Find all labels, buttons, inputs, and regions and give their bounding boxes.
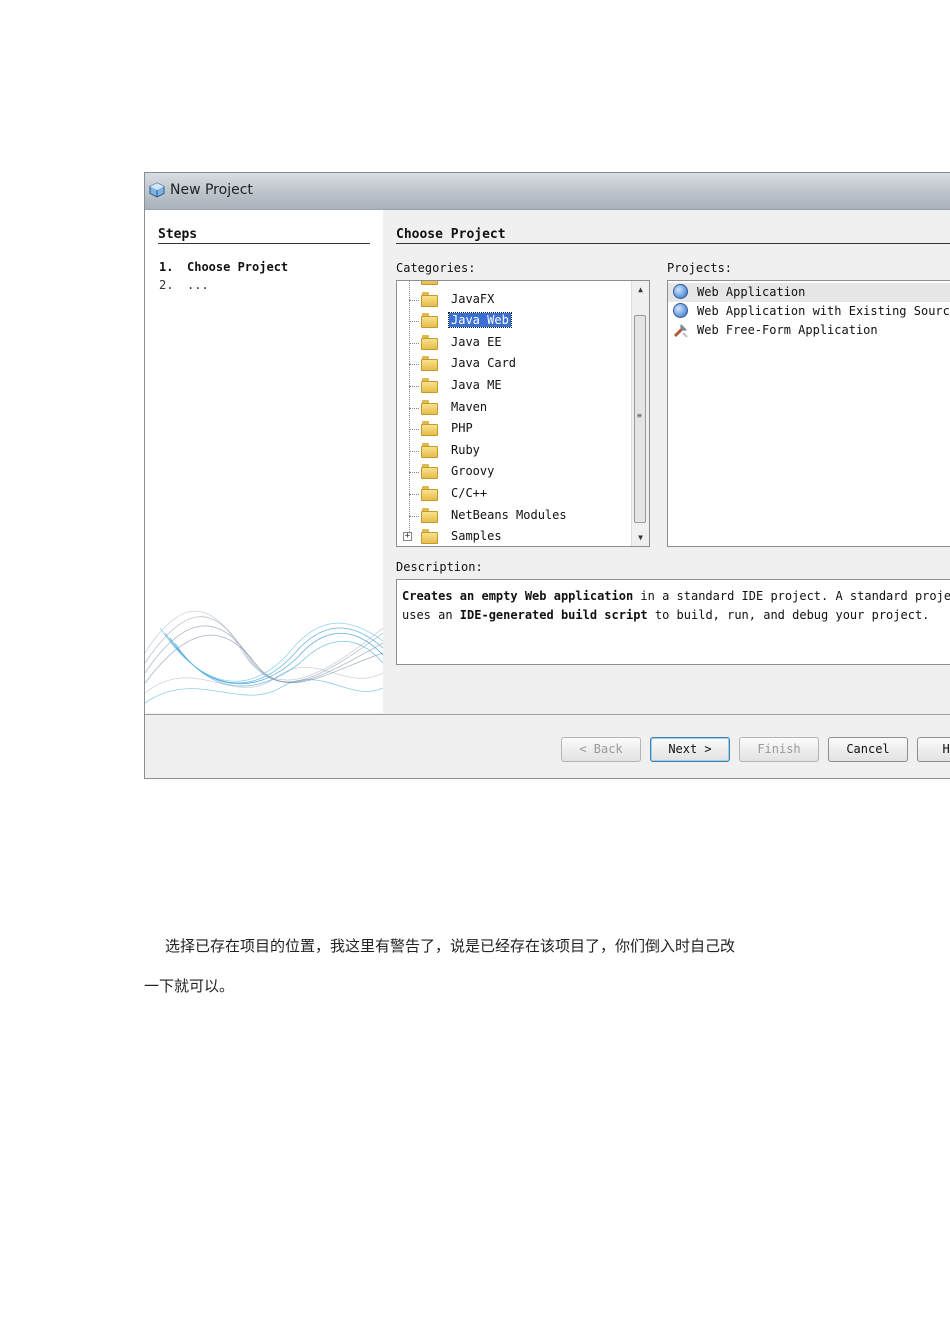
category-item[interactable]: Java EE [397,333,631,354]
step-number: 2. [159,278,174,292]
expand-plus-icon[interactable]: + [403,532,412,542]
category-label: Java [449,281,482,284]
tree-connector [409,407,419,409]
tree-connector [409,386,419,387]
folder-icon [421,334,438,350]
category-label: NetBeans Modules [451,507,567,522]
category-item[interactable]: Maven [397,398,631,419]
project-item[interactable]: Web Application with Existing Sources [668,302,950,321]
description-part: to build, run, and debug your project. [647,607,930,622]
steps-heading: Steps [158,227,370,244]
new-project-dialog: New Project Steps 1. Choose Project 2.... [144,172,950,779]
category-label: Java EE [451,334,502,349]
folder-icon [421,281,438,285]
category-item[interactable]: PHP [397,419,631,440]
folder-icon [421,313,438,329]
categories-label: Categories: [396,261,476,275]
category-label: Ruby [451,442,480,457]
cancel-button[interactable]: Cancel [828,737,908,762]
tree-connector [409,494,419,495]
folder-icon [421,486,438,501]
netbeans-cube-icon [149,182,165,198]
tree-connector [409,342,419,344]
tree-connector [409,450,419,452]
folder-icon [421,378,438,393]
scroll-down-arrow-icon[interactable]: ▼ [632,529,649,546]
description-text: Creates an empty Web application in a st… [396,579,950,665]
globe-icon [673,284,688,299]
project-item[interactable]: Web Free-Form Application [668,321,950,340]
globe-icon [673,303,688,318]
step-label: Choose Project [187,260,289,274]
category-label: C/C++ [451,486,488,500]
categories-tree[interactable]: Java JavaFX Java Web Java EE Java Card Java M… [396,280,650,547]
category-item[interactable]: JavaFX [397,290,631,311]
project-label: Web Application [697,285,806,299]
tree-connector [409,299,419,301]
category-label: Groovy [451,464,495,479]
description-part: Creates an empty Web application [402,589,634,603]
tree-connector [409,515,419,517]
step-1: 1. Choose Project [159,260,288,274]
caption-line-2: 一下就可以。 [144,977,235,995]
category-item[interactable]: + Samples [397,527,631,546]
scroll-up-arrow-icon[interactable]: ▲ [632,281,649,298]
category-label: Maven [451,399,488,414]
back-button[interactable]: < Back [561,737,641,762]
category-item[interactable]: Groovy [397,462,631,483]
project-label: Web Free-Form Application [697,323,878,337]
category-label: Java Card [451,356,517,371]
description-label: Description: [396,560,483,574]
folder-icon [421,464,438,480]
folder-icon [421,399,438,415]
caption-line-1: 选择已存在项目的位置，我这里有警告了，说是已经存在该项目了，你们倒入时自己改 [165,937,736,955]
category-item[interactable]: Java Web [397,311,631,332]
folder-icon [421,356,438,372]
steps-panel: Steps 1. Choose Project 2.... [145,210,383,713]
scroll-thumb[interactable]: ≡ [634,315,646,523]
tree-connector [409,321,419,323]
tree-connector [409,364,419,366]
folder-icon [421,529,438,545]
categories-scrollbar[interactable]: ▲ ≡ ▼ [631,281,649,546]
category-label: PHP [451,421,473,436]
folder-icon [421,291,438,307]
step-label: ... [187,278,209,292]
next-button[interactable]: Next > [650,737,730,762]
tree-connector [409,472,419,474]
footer-divider [145,714,950,715]
choose-project-panel: Choose Project Categories: Projects: Jav… [383,210,950,713]
folder-icon [421,507,438,523]
finish-button[interactable]: Finish [739,737,819,762]
description-part: IDE-generated build script [459,607,648,622]
category-item[interactable]: Java Card [397,354,631,375]
category-label: JavaFX [451,291,495,306]
category-item[interactable]: C/C++ [397,484,631,505]
projects-list[interactable]: Web Application Web Application with Exis… [667,280,950,547]
project-item[interactable]: Web Application [668,283,950,302]
step-2: 2.... [159,278,209,292]
folder-icon [421,421,438,437]
category-item[interactable]: Java ME [397,376,631,397]
tree-connector [409,429,419,431]
category-label: Samples [451,529,502,544]
title-bar[interactable]: New Project [145,173,950,210]
project-label: Web Application with Existing Sources [697,304,950,318]
folder-icon [421,442,438,458]
help-button[interactable]: Help [917,737,950,762]
category-item[interactable]: NetBeans Modules [397,506,631,527]
step-number: 1. [159,260,174,274]
category-label: Java Web [448,312,512,329]
category-item[interactable]: Java [397,281,631,289]
panel-heading: Choose Project [396,227,950,244]
window-title: New Project [170,182,253,198]
projects-label: Projects: [667,261,733,275]
category-label: Java ME [451,378,502,392]
decorative-waves-image [145,610,383,704]
grip-icon: ≡ [637,411,642,420]
tool-icon [673,324,688,338]
category-item[interactable]: Ruby [397,441,631,462]
